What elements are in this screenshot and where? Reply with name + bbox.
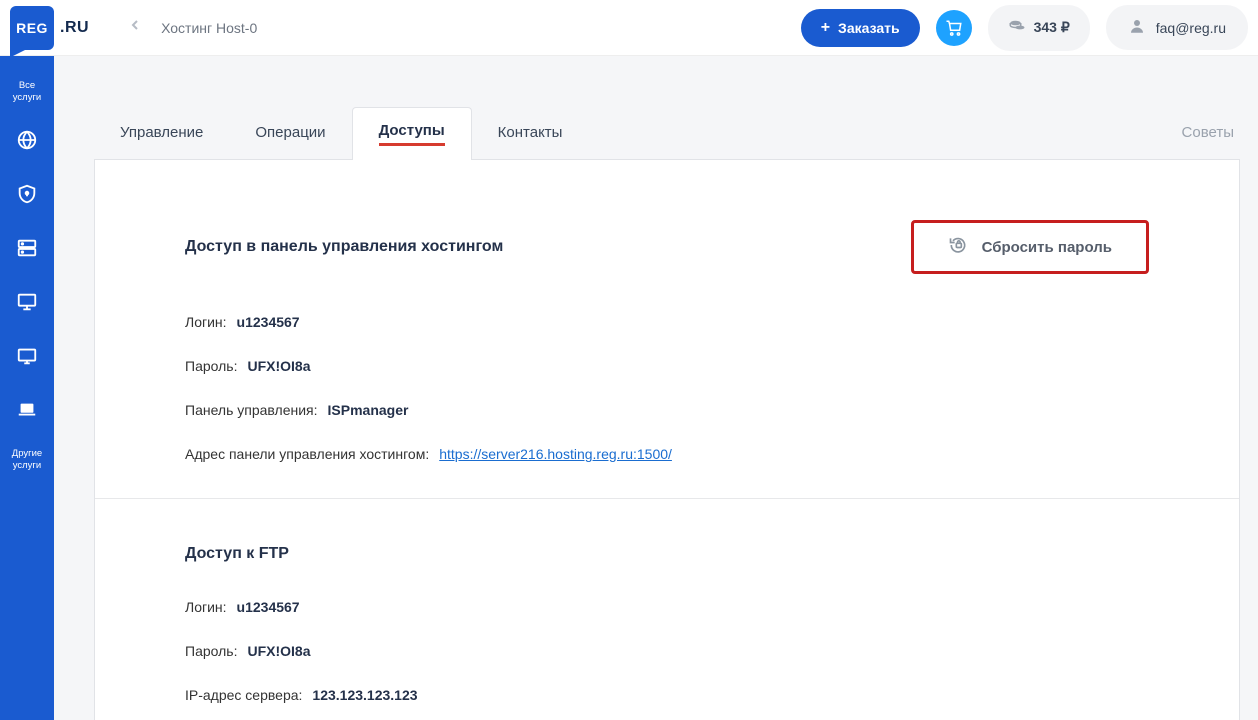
active-underline [379, 143, 445, 146]
cp-access-title: Доступ в панель управления хостингом [185, 238, 503, 256]
header: REG .RU Хостинг Host-0 + Заказать 343 ₽ … [0, 0, 1258, 56]
user-menu[interactable]: faq@reg.ru [1106, 5, 1248, 50]
breadcrumb[interactable]: Хостинг Host-0 [161, 20, 257, 36]
tips-link[interactable]: Советы [1176, 110, 1240, 155]
ftp-ip-row: IP-адрес сервера: 123.123.123.123 [185, 687, 1149, 703]
cp-address-link[interactable]: https://server216.hosting.reg.ru:1500/ [439, 446, 672, 462]
tab-operations[interactable]: Операции [229, 110, 351, 155]
tab-access[interactable]: Доступы [352, 107, 472, 160]
globe-icon[interactable] [9, 122, 45, 158]
logo-ru-text: .RU [60, 19, 89, 37]
ftp-ip-value: 123.123.123.123 [312, 687, 417, 703]
user-icon [1128, 17, 1146, 38]
cp-password-label: Пароль: [185, 358, 237, 374]
sidebar: Все услуги Другие услуги [0, 56, 54, 720]
cp-password-value: UFX!OI8a [247, 358, 310, 374]
plus-icon: + [821, 19, 830, 37]
order-label: Заказать [838, 20, 900, 36]
logo[interactable]: REG .RU [10, 6, 89, 50]
cp-access-header: Доступ в панель управления хостингом Сбр… [185, 220, 1149, 274]
balance-value: 343 ₽ [1034, 19, 1070, 36]
cp-password-row: Пароль: UFX!OI8a [185, 358, 1149, 374]
content-panel: Доступ в панель управления хостингом Сбр… [94, 160, 1240, 720]
lock-reset-icon [948, 235, 968, 259]
ftp-title: Доступ к FTP [185, 545, 1149, 563]
section-divider [95, 498, 1239, 499]
ftp-login-label: Логин: [185, 599, 227, 615]
cp-panel-label: Панель управления: [185, 402, 318, 418]
ftp-login-value: u1234567 [237, 599, 300, 615]
back-chevron-icon[interactable] [127, 16, 143, 39]
laptop-icon[interactable] [9, 392, 45, 428]
balance-button[interactable]: 343 ₽ [988, 5, 1090, 51]
cart-icon [945, 19, 963, 37]
main-content: Управление Операции Доступы Контакты Сов… [54, 56, 1258, 720]
logo-reg-text: REG [16, 20, 48, 36]
cp-login-value: u1234567 [237, 314, 300, 330]
cp-panel-row: Панель управления: ISPmanager [185, 402, 1149, 418]
ftp-login-row: Логин: u1234567 [185, 599, 1149, 615]
user-email-text: faq@reg.ru [1156, 20, 1226, 36]
reset-password-button[interactable]: Сбросить пароль [911, 220, 1149, 274]
tab-access-label: Доступы [379, 122, 445, 139]
tab-management[interactable]: Управление [94, 110, 229, 155]
tab-contacts[interactable]: Контакты [472, 110, 589, 155]
tabs: Управление Операции Доступы Контакты Сов… [94, 106, 1240, 160]
coins-icon [1008, 17, 1026, 39]
server-icon[interactable] [9, 230, 45, 266]
cp-address-row: Адрес панели управления хостингом: https… [185, 446, 1149, 462]
cp-address-label: Адрес панели управления хостингом: [185, 446, 429, 462]
ftp-ip-label: IP-адрес сервера: [185, 687, 302, 703]
cart-button[interactable] [936, 10, 972, 46]
reset-password-label: Сбросить пароль [982, 239, 1112, 256]
cp-panel-value: ISPmanager [328, 402, 409, 418]
cp-login-row: Логин: u1234567 [185, 314, 1149, 330]
shield-icon[interactable] [9, 176, 45, 212]
display-icon[interactable] [9, 338, 45, 374]
monitor-icon[interactable] [9, 284, 45, 320]
sidebar-other-services-label[interactable]: Другие услуги [12, 448, 42, 472]
sidebar-all-services-label[interactable]: Все услуги [13, 80, 41, 104]
order-button[interactable]: + Заказать [801, 9, 920, 47]
ftp-password-label: Пароль: [185, 643, 237, 659]
ftp-password-value: UFX!OI8a [247, 643, 310, 659]
ftp-password-row: Пароль: UFX!OI8a [185, 643, 1149, 659]
cp-login-label: Логин: [185, 314, 227, 330]
